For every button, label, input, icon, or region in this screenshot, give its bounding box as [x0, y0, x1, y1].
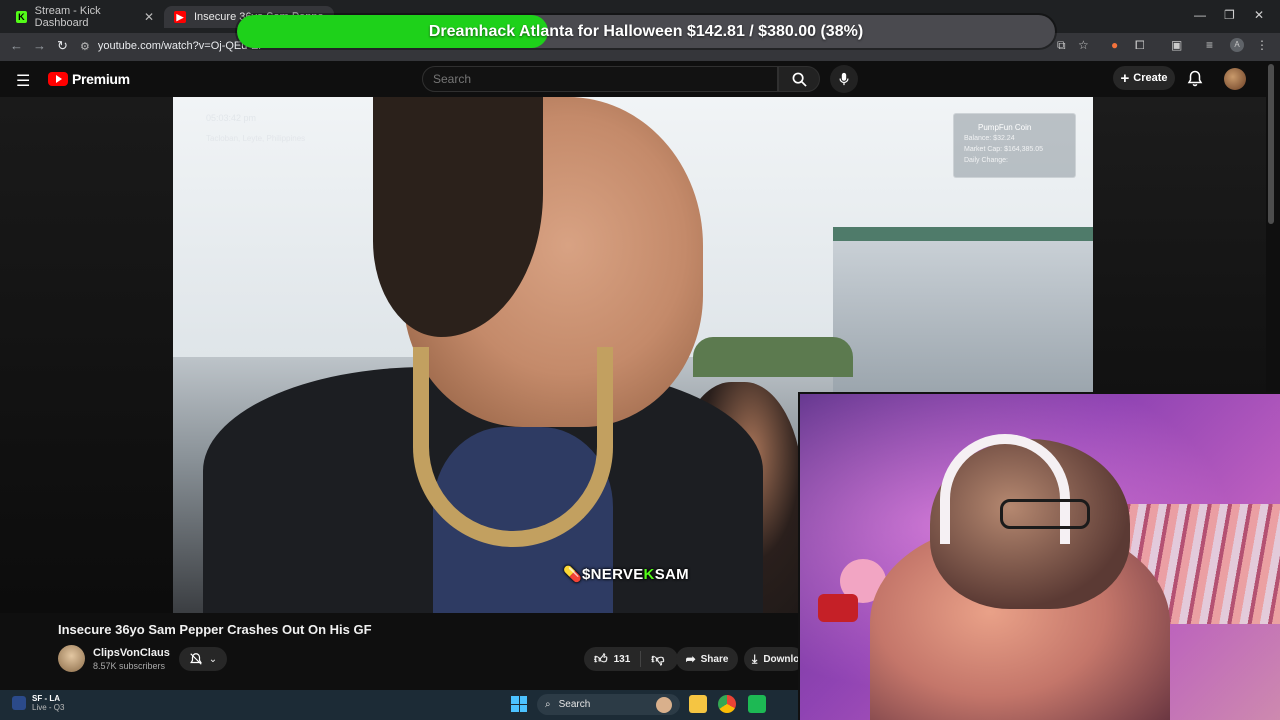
media-controls-icon[interactable]: ≡ [1206, 38, 1213, 52]
donation-goal-bar: Dreamhack Atlanta for Halloween $142.81 … [237, 15, 1055, 48]
ambient-right [1093, 97, 1266, 393]
subscription-notifications-button[interactable]: ⌄ [179, 647, 227, 671]
profile-icon[interactable]: A [1230, 38, 1244, 52]
reload-icon[interactable]: ↻ [57, 38, 68, 54]
search-icon [792, 72, 807, 87]
nfl-shield-icon [12, 696, 26, 710]
coin-daily-change: Daily Change: [964, 157, 1008, 164]
ambient-left [0, 97, 173, 613]
extensions-puzzle-icon[interactable]: ⧠ [1135, 38, 1145, 53]
donation-goal-text: Dreamhack Atlanta for Halloween $142.81 … [428, 22, 864, 40]
create-button[interactable]: + Create [1113, 66, 1175, 90]
menu-kebab-icon[interactable]: ⋮ [1256, 38, 1268, 52]
sidepanel-icon[interactable]: ▣ [1171, 38, 1182, 52]
microphone-icon [839, 72, 849, 86]
back-icon[interactable]: ← [10, 38, 23, 53]
share-button[interactable]: ➦ Share [676, 647, 738, 671]
thumbs-down-icon: 👎︎ [651, 651, 665, 666]
youtube-icon: ▶ [174, 11, 186, 23]
youtube-logo-icon [48, 72, 68, 86]
house-background [833, 227, 1093, 397]
install-icon[interactable]: ⧉ [1057, 38, 1066, 53]
minimize-icon[interactable]: — [1194, 8, 1206, 22]
rope-necklace [413, 347, 613, 547]
maximize-icon[interactable]: ❐ [1224, 8, 1235, 22]
video-title: Insecure 36yo Sam Pepper Crashes Out On … [58, 622, 372, 637]
download-button[interactable]: ⤓ Download [744, 647, 804, 671]
search-button[interactable] [778, 66, 820, 92]
extension-fox-icon[interactable]: ● [1111, 38, 1118, 52]
like-count: 131 [613, 653, 631, 665]
glasses [1000, 499, 1090, 529]
chevron-down-icon: ⌄ [208, 653, 218, 665]
share-icon: ➦ [685, 652, 696, 666]
snerve-caption: 💊$NERVEKSAM [563, 566, 689, 583]
overlay-location: Tacloban, Leyte, Philippines [206, 134, 306, 143]
file-explorer-icon[interactable] [689, 695, 707, 713]
search-highlight-icon [656, 696, 672, 713]
coin-title: PumpFun Coin [978, 123, 1032, 132]
notifications-button[interactable] [1187, 70, 1203, 92]
dislike-button[interactable]: 👎︎ [641, 651, 674, 667]
thumbs-up-icon: 👍︎ [594, 651, 608, 666]
bell-icon [1187, 70, 1203, 87]
channel-name[interactable]: ClipsVonClaus [93, 647, 170, 659]
search-input[interactable] [422, 66, 778, 92]
webcam-overlay [798, 392, 1280, 720]
coin-balance: Balance: $32.24 [964, 135, 1015, 142]
youtube-premium-logo[interactable]: Premium [48, 71, 130, 87]
taskbar-widget-score[interactable]: SF - LA Live - Q3 [12, 694, 64, 712]
close-window-icon[interactable]: ✕ [1254, 8, 1264, 22]
search-icon: ⌕ [545, 699, 551, 710]
coin-market-cap: Market Cap: $164,385.05 [964, 146, 1043, 153]
pill-icon: 💊 [563, 566, 582, 583]
plus-icon: + [1120, 69, 1130, 87]
close-tab-icon[interactable]: ✕ [144, 10, 154, 24]
tab-kick-dashboard[interactable]: K Stream - Kick Dashboard ✕ [6, 5, 164, 29]
pumpfun-coin-widget: PumpFun Coin Balance: $32.24 Market Cap:… [953, 113, 1076, 178]
tab-title: Stream - Kick Dashboard [34, 5, 101, 29]
bell-off-icon [189, 653, 202, 665]
forward-icon[interactable]: → [33, 38, 46, 53]
bookmark-star-icon[interactable]: ☆ [1078, 38, 1089, 52]
taskbar-search[interactable]: ⌕ Search [537, 694, 680, 715]
like-button[interactable]: 👍︎ 131 [584, 651, 642, 667]
download-icon: ⤓ [752, 651, 758, 666]
subscriber-count: 8.57K subscribers [93, 661, 166, 671]
channel-avatar[interactable] [58, 645, 85, 672]
like-dislike-group: 👍︎ 131 👎︎ [584, 647, 678, 671]
hamburger-menu-icon[interactable]: ☰ [16, 71, 30, 91]
chrome-icon[interactable] [718, 695, 736, 713]
app-icon[interactable] [748, 695, 766, 713]
voice-search-button[interactable] [830, 65, 858, 93]
windows-start-icon[interactable] [511, 696, 527, 712]
kick-icon: K [16, 11, 27, 23]
account-avatar[interactable] [1224, 68, 1246, 90]
scrollbar-thumb[interactable] [1268, 64, 1274, 224]
site-settings-icon[interactable]: ⚙ [80, 40, 90, 53]
overlay-time: 05:03:42 pm [206, 113, 257, 123]
